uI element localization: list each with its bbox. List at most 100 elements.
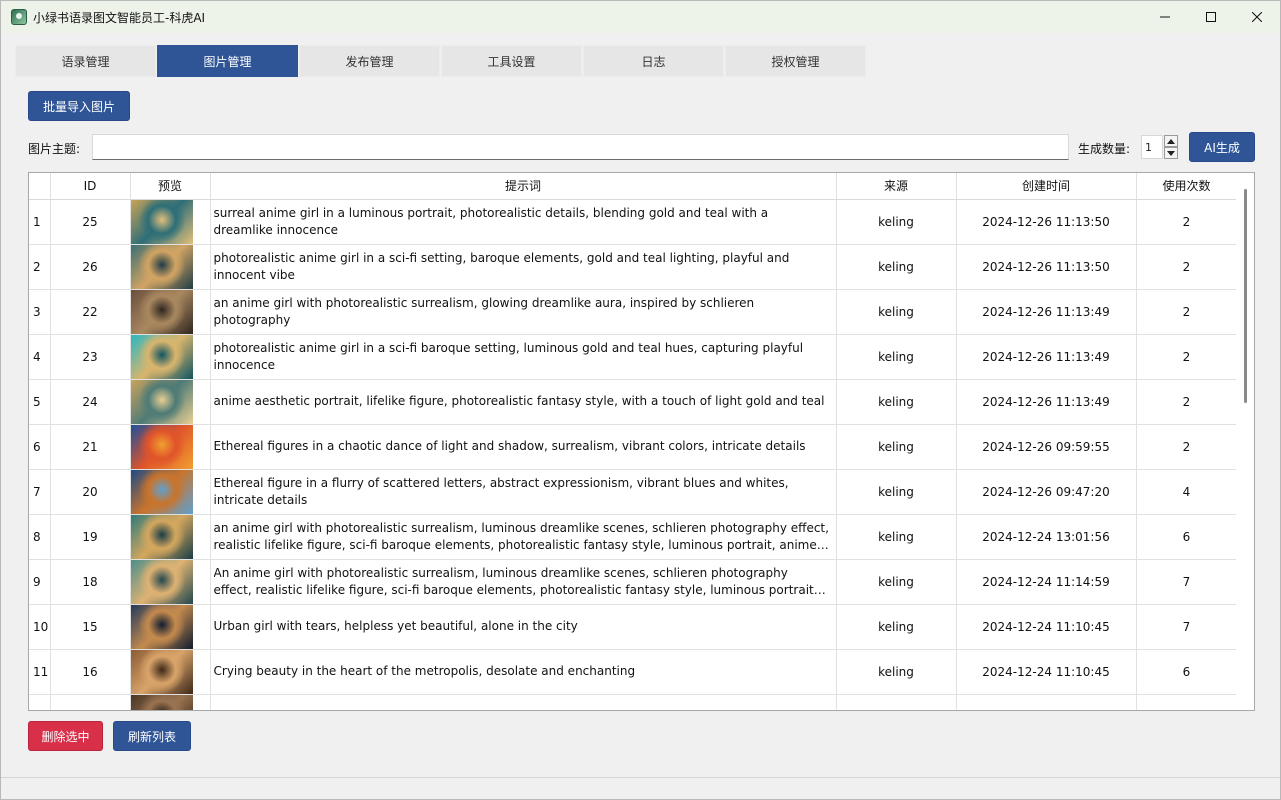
cell-uses[interactable] [1136, 694, 1238, 710]
cell-preview[interactable] [130, 559, 211, 605]
image-thumbnail[interactable] [130, 334, 193, 378]
table-row[interactable]: 10 15 Urban girl with tears, helpless yet … [29, 604, 1238, 650]
cell-prompt[interactable]: an anime girl with photorealistic surrea… [210, 289, 837, 335]
cell-source[interactable]: keling [836, 289, 957, 335]
table-row[interactable]: 4 23 photorealistic anime girl in a sci-fi… [29, 334, 1238, 380]
row-number[interactable]: 5 [29, 379, 51, 425]
cell-uses[interactable]: 6 [1136, 514, 1238, 560]
cell-created[interactable]: 2024-12-26 11:13:49 [956, 289, 1137, 335]
row-number[interactable] [29, 694, 51, 710]
table-row[interactable]: 1 25 surreal anime girl in a luminous port… [29, 199, 1238, 245]
cell-source[interactable] [836, 694, 957, 710]
cell-prompt[interactable]: Ethereal figure in a flurry of scattered… [210, 469, 837, 515]
tab-quotes[interactable]: 语录管理 [15, 45, 156, 77]
cell-prompt[interactable]: An anime girl with photorealistic surrea… [210, 559, 837, 605]
cell-created[interactable]: 2024-12-24 11:14:59 [956, 559, 1137, 605]
row-number[interactable]: 10 [29, 604, 51, 650]
column-header-uses[interactable]: 使用次数 [1136, 173, 1238, 200]
image-thumbnail[interactable] [130, 244, 193, 288]
tab-publish[interactable]: 发布管理 [299, 45, 440, 77]
batch-import-button[interactable]: 批量导入图片 [28, 91, 130, 121]
tab-images[interactable]: 图片管理 [157, 45, 298, 77]
table-row[interactable]: 7 20 Ethereal figure in a flurry of scatte… [29, 469, 1238, 515]
cell-source[interactable]: keling [836, 604, 957, 650]
cell-id[interactable]: 23 [50, 334, 131, 380]
cell-prompt[interactable]: surreal anime girl in a luminous portrai… [210, 199, 837, 245]
cell-prompt[interactable]: Urban girl with tears, helpless yet beau… [210, 604, 837, 650]
cell-id[interactable]: 24 [50, 379, 131, 425]
row-number[interactable]: 8 [29, 514, 51, 560]
minimize-button[interactable] [1142, 1, 1188, 33]
cell-id[interactable]: 15 [50, 604, 131, 650]
table-row[interactable] [29, 694, 1238, 710]
scrollbar-thumb[interactable] [1244, 189, 1247, 403]
cell-uses[interactable]: 2 [1136, 199, 1238, 245]
cell-created[interactable]: 2024-12-26 09:47:20 [956, 469, 1137, 515]
cell-created[interactable] [956, 694, 1137, 710]
refresh-list-button[interactable]: 刷新列表 [113, 721, 191, 751]
column-header-prompt[interactable]: 提示词 [210, 173, 837, 200]
cell-preview[interactable] [130, 469, 211, 515]
title-bar[interactable]: 小绿书语录图文智能员工-科虎AI [1, 1, 1280, 33]
cell-uses[interactable]: 2 [1136, 334, 1238, 380]
table-row[interactable]: 3 22 an anime girl with photorealistic sur… [29, 289, 1238, 335]
ai-generate-button[interactable]: AI生成 [1189, 132, 1255, 162]
cell-preview[interactable] [130, 334, 211, 380]
cell-source[interactable]: keling [836, 649, 957, 695]
delete-selected-button[interactable]: 删除选中 [28, 721, 103, 751]
vertical-scrollbar[interactable] [1236, 173, 1254, 710]
cell-id[interactable]: 19 [50, 514, 131, 560]
cell-uses[interactable]: 2 [1136, 289, 1238, 335]
row-number[interactable]: 6 [29, 424, 51, 470]
cell-prompt[interactable]: Ethereal figures in a chaotic dance of l… [210, 424, 837, 470]
cell-created[interactable]: 2024-12-24 11:10:45 [956, 604, 1137, 650]
cell-created[interactable]: 2024-12-26 11:13:49 [956, 334, 1137, 380]
image-thumbnail[interactable] [130, 424, 193, 468]
table-row[interactable]: 8 19 an anime girl with photorealistic sur… [29, 514, 1238, 560]
cell-prompt[interactable]: photorealistic anime girl in a sci-fi se… [210, 244, 837, 290]
image-thumbnail[interactable] [130, 469, 193, 513]
cell-id[interactable]: 18 [50, 559, 131, 605]
cell-source[interactable]: keling [836, 244, 957, 290]
image-thumbnail[interactable] [130, 559, 193, 603]
cell-id[interactable]: 25 [50, 199, 131, 245]
tab-tool-settings[interactable]: 工具设置 [441, 45, 582, 77]
cell-preview[interactable] [130, 379, 211, 425]
cell-preview[interactable] [130, 289, 211, 335]
column-header-created[interactable]: 创建时间 [956, 173, 1137, 200]
image-thumbnail[interactable] [130, 694, 193, 710]
cell-prompt[interactable] [210, 694, 837, 710]
cell-uses[interactable]: 2 [1136, 379, 1238, 425]
cell-preview[interactable] [130, 244, 211, 290]
column-header-preview[interactable]: 预览 [130, 173, 211, 200]
cell-uses[interactable]: 2 [1136, 424, 1238, 470]
image-thumbnail[interactable] [130, 514, 193, 558]
column-header-id[interactable]: ID [50, 173, 131, 200]
cell-source[interactable]: keling [836, 514, 957, 560]
table-row[interactable]: 11 16 Crying beauty in the heart of the me… [29, 649, 1238, 695]
cell-id[interactable]: 21 [50, 424, 131, 470]
cell-uses[interactable]: 4 [1136, 469, 1238, 515]
table-row[interactable]: 9 18 An anime girl with photorealistic sur… [29, 559, 1238, 605]
cell-prompt[interactable]: photorealistic anime girl in a sci-fi ba… [210, 334, 837, 380]
table-row[interactable]: 2 26 photorealistic anime girl in a sci-fi… [29, 244, 1238, 290]
cell-created[interactable]: 2024-12-26 09:59:55 [956, 424, 1137, 470]
cell-id[interactable]: 26 [50, 244, 131, 290]
cell-created[interactable]: 2024-12-26 11:13:50 [956, 244, 1137, 290]
cell-prompt[interactable]: an anime girl with photorealistic surrea… [210, 514, 837, 560]
cell-prompt[interactable]: anime aesthetic portrait, lifelike figur… [210, 379, 837, 425]
cell-id[interactable]: 20 [50, 469, 131, 515]
table-row[interactable]: 6 21 Ethereal figures in a chaotic dance o… [29, 424, 1238, 470]
cell-preview[interactable] [130, 199, 211, 245]
cell-source[interactable]: keling [836, 469, 957, 515]
cell-id[interactable] [50, 694, 131, 710]
cell-uses[interactable]: 7 [1136, 559, 1238, 605]
close-button[interactable] [1234, 1, 1280, 33]
row-number[interactable]: 11 [29, 649, 51, 695]
cell-id[interactable]: 22 [50, 289, 131, 335]
cell-preview[interactable] [130, 694, 211, 710]
cell-source[interactable]: keling [836, 559, 957, 605]
cell-created[interactable]: 2024-12-24 11:10:45 [956, 649, 1137, 695]
row-number[interactable]: 2 [29, 244, 51, 290]
row-number[interactable]: 9 [29, 559, 51, 605]
